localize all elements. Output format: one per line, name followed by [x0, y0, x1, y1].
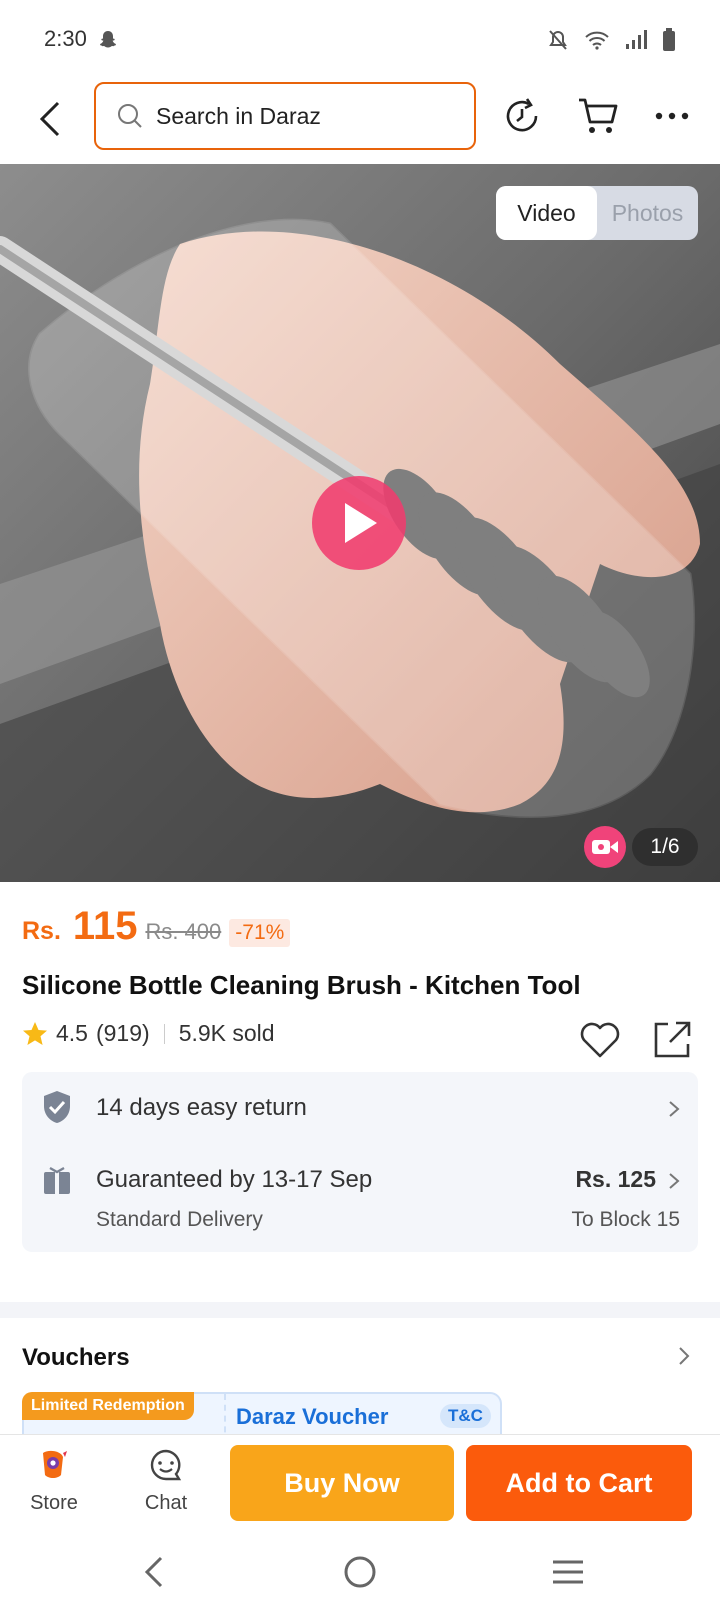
delivery-service-box: 14 days easy return Guaranteed by 13-17 …: [22, 1072, 698, 1252]
system-navigation-bar: [0, 1534, 720, 1608]
wishlist-button[interactable]: [578, 1018, 622, 1062]
product-info-card: Rs. 115 Rs. 400 -71% Silicone Bottle Cle…: [0, 882, 720, 1302]
home-circle-icon: [344, 1556, 376, 1588]
back-arrow-icon: [144, 1556, 163, 1588]
tab-video[interactable]: Video: [496, 186, 597, 240]
search-icon: [118, 104, 142, 128]
package-icon: [44, 1166, 70, 1194]
chat-label: Chat: [144, 1492, 188, 1514]
store-button[interactable]: Store: [14, 1449, 94, 1515]
snapchat-notification-icon: [96, 28, 120, 57]
media-counter: 1/6: [632, 828, 698, 866]
return-policy-row[interactable]: 14 days easy return: [22, 1072, 698, 1146]
chevron-right-icon: [669, 1173, 680, 1189]
top-bar: Search in Daraz: [0, 78, 720, 164]
delivery-type: Standard Delivery: [96, 1208, 263, 1231]
delivery-row[interactable]: Guaranteed by 13-17 Sep Standard Deliver…: [22, 1146, 698, 1252]
bottom-action-bar: Store Chat Buy Now Add to Cart: [0, 1434, 720, 1534]
chevron-right-icon: [669, 1101, 680, 1117]
price-row: Rs. 115 Rs. 400 -71%: [22, 904, 291, 949]
system-back-button[interactable]: [130, 1548, 178, 1596]
history-button[interactable]: [498, 92, 546, 140]
wifi-icon: [584, 29, 610, 56]
cart-icon: [579, 98, 618, 133]
current-price: 115: [72, 904, 138, 948]
media-type-toggle: Video Photos: [496, 186, 698, 240]
share-button[interactable]: [650, 1018, 694, 1062]
return-policy-label: 14 days easy return: [96, 1094, 307, 1121]
chat-button[interactable]: Chat: [126, 1449, 206, 1515]
back-button[interactable]: [30, 94, 70, 144]
ticket-divider: [224, 1394, 226, 1434]
video-indicator: [584, 826, 626, 868]
status-time: 2:30: [44, 26, 87, 51]
battery-icon: [662, 28, 676, 57]
store-label: Store: [30, 1492, 78, 1514]
product-title: Silicone Bottle Cleaning Brush - Kitchen…: [22, 970, 581, 1000]
status-bar: 2:30: [0, 0, 720, 78]
more-dots-icon: [655, 112, 689, 120]
terms-badge[interactable]: T&C: [440, 1404, 491, 1428]
delivery-guarantee-label: Guaranteed by 13-17 Sep: [96, 1166, 373, 1193]
video-camera-icon: [592, 840, 618, 854]
system-recents-button[interactable]: [544, 1548, 592, 1596]
heart-icon: [580, 1022, 620, 1058]
mute-icon: [546, 28, 570, 57]
cart-button[interactable]: [574, 92, 622, 140]
buy-now-button[interactable]: Buy Now: [230, 1445, 454, 1521]
divider: [163, 1023, 165, 1044]
store-icon: [43, 1450, 67, 1478]
price-currency: Rs.: [22, 917, 61, 945]
menu-lines-icon: [553, 1560, 583, 1584]
shield-check-icon: [44, 1091, 70, 1123]
chevron-right-icon[interactable]: [678, 1346, 690, 1366]
add-to-cart-button[interactable]: Add to Cart: [466, 1445, 692, 1521]
share-icon: [654, 1021, 691, 1058]
more-options-button[interactable]: [648, 92, 696, 140]
discount-badge: -71%: [229, 919, 291, 947]
signal-icon: [624, 29, 648, 56]
rating-row[interactable]: 4.5 (919) 5.9K sold: [22, 1020, 275, 1047]
product-media-gallery[interactable]: Video Photos 1/6: [0, 164, 720, 882]
original-price: Rs. 400: [145, 919, 222, 944]
system-home-button[interactable]: [336, 1548, 384, 1596]
play-video-button[interactable]: [312, 476, 406, 570]
chat-icon: [150, 1449, 182, 1481]
sold-count: 5.9K sold: [178, 1020, 275, 1046]
search-placeholder: Search in Daraz: [156, 102, 321, 129]
limited-redemption-tag: Limited Redemption: [22, 1392, 194, 1420]
vouchers-section: Vouchers Limited Redemption Daraz Vouche…: [0, 1318, 720, 1434]
voucher-name: Daraz Voucher: [236, 1404, 389, 1429]
refresh-history-icon: [506, 98, 538, 132]
chevron-left-icon: [39, 101, 60, 137]
delivery-fee: Rs. 125: [575, 1166, 656, 1192]
delivery-location: To Block 15: [571, 1208, 680, 1231]
review-count: (919): [95, 1020, 150, 1046]
play-icon: [345, 503, 377, 543]
search-input[interactable]: Search in Daraz: [94, 82, 476, 150]
star-icon: [23, 1021, 47, 1045]
rating-value: 4.5: [56, 1020, 88, 1046]
tab-photos[interactable]: Photos: [597, 186, 698, 240]
vouchers-title: Vouchers: [22, 1344, 130, 1371]
